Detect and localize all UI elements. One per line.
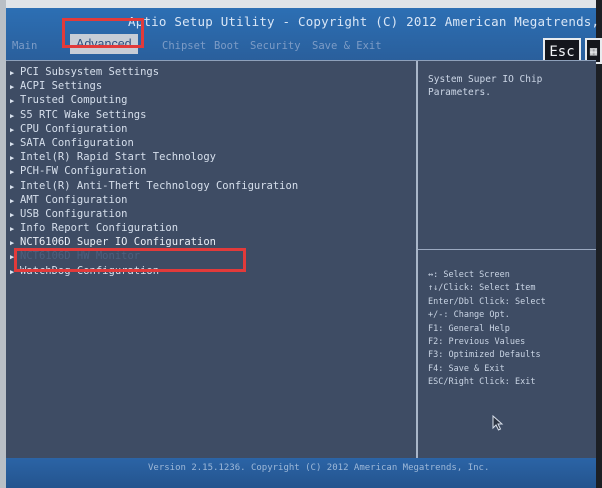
arrow-right-icon: ▶ — [10, 83, 15, 92]
menu-item-anti-theft[interactable]: ▶ Intel(R) Anti-Theft Technology Configur… — [10, 179, 298, 193]
arrow-right-icon: ▶ — [10, 139, 15, 148]
menu-item-info-report[interactable]: ▶ Info Report Configuration — [10, 221, 298, 235]
key-hint: ESC/Right Click: Exit — [428, 377, 536, 388]
arrow-right-icon: ▶ — [10, 125, 15, 134]
key-hint: ↔: Select Screen — [428, 270, 510, 280]
version-text: Version 2.15.1236. Copyright (C) 2012 Am… — [148, 463, 490, 473]
menu-item-usb[interactable]: ▶ USB Configuration — [10, 207, 298, 221]
key-hint: +/-: Change Opt. — [428, 310, 510, 321]
tab-save-exit[interactable]: Save & Exit — [312, 40, 382, 52]
menu-item-cpu[interactable]: ▶ CPU Configuration — [10, 122, 298, 136]
menu-item-sata[interactable]: ▶ SATA Configuration — [10, 136, 298, 150]
tab-security[interactable]: Security — [250, 40, 301, 52]
arrow-right-icon: ▶ — [10, 196, 15, 205]
menu-list: ▶ PCI Subsystem Settings ▶ ACPI Settings ▶… — [10, 65, 298, 278]
tab-bar: Main Advanced Chipset Boot Security Save… — [6, 34, 426, 56]
arrow-right-icon: ▶ — [10, 239, 15, 248]
menu-item-watchdog[interactable]: ▶ WatchDog Configuration — [10, 264, 298, 278]
arrow-right-icon: ▶ — [10, 168, 15, 177]
arrow-right-icon: ▶ — [10, 210, 15, 219]
menu-item-hw-monitor[interactable]: ▶ NCT6106D HW Monitor — [10, 249, 298, 263]
bios-screen: Aptio Setup Utility - Copyright (C) 2012… — [0, 0, 602, 488]
key-legend: ↔: Select Screen ↑↓/Click: Select Item E… — [428, 269, 546, 390]
settings-menu: ▶ PCI Subsystem Settings ▶ ACPI Settings ▶… — [6, 61, 418, 459]
help-divider — [418, 249, 596, 250]
key-hint: F4: Save & Exit — [428, 363, 505, 374]
tab-advanced[interactable]: Advanced — [70, 34, 138, 54]
arrow-right-icon: ▶ — [10, 111, 15, 120]
tab-chipset[interactable]: Chipset — [162, 40, 206, 52]
arrow-right-icon: ▶ — [10, 97, 15, 106]
menu-item-amt[interactable]: ▶ AMT Configuration — [10, 193, 298, 207]
title-bar: Aptio Setup Utility - Copyright (C) 2012… — [6, 8, 602, 64]
key-hint: F2: Previous Values — [428, 337, 526, 348]
mouse-pointer-icon — [492, 415, 504, 431]
monitor-bezel-top — [0, 0, 602, 8]
key-hint: F3: Optimized Defaults — [428, 350, 541, 361]
menu-item-rapid-start[interactable]: ▶ Intel(R) Rapid Start Technology — [10, 150, 298, 164]
menu-item-pci-subsystem[interactable]: ▶ PCI Subsystem Settings — [10, 65, 298, 79]
arrow-right-icon: ▶ — [10, 182, 15, 191]
help-panel: System Super IO Chip Parameters. ↔: Sele… — [418, 61, 596, 459]
key-hint: F1: General Help — [428, 323, 510, 334]
monitor-bezel-right — [596, 0, 602, 488]
tab-main[interactable]: Main — [12, 40, 37, 52]
menu-item-super-io[interactable]: ▶ NCT6106D Super IO Configuration — [10, 235, 298, 249]
menu-item-acpi[interactable]: ▶ ACPI Settings — [10, 79, 298, 93]
key-hint: Enter/Dbl Click: Select — [428, 296, 546, 307]
menu-item-pch-fw[interactable]: ▶ PCH-FW Configuration — [10, 164, 298, 178]
arrow-right-icon: ▶ — [10, 225, 15, 234]
arrow-right-icon: ▶ — [10, 253, 15, 262]
item-description: System Super IO Chip Parameters. — [428, 74, 543, 98]
main-content: ▶ PCI Subsystem Settings ▶ ACPI Settings ▶… — [6, 60, 596, 459]
menu-item-s5-rtc-wake[interactable]: ▶ S5 RTC Wake Settings — [10, 108, 298, 122]
arrow-right-icon: ▶ — [10, 267, 15, 276]
footer-bar: Version 2.15.1236. Copyright (C) 2012 Am… — [6, 458, 596, 488]
key-hint: ↑↓/Click: Select Item — [428, 283, 536, 294]
menu-item-trusted-computing[interactable]: ▶ Trusted Computing — [10, 93, 298, 107]
arrow-right-icon: ▶ — [10, 69, 15, 77]
arrow-right-icon: ▶ — [10, 154, 15, 163]
app-title: Aptio Setup Utility - Copyright (C) 2012… — [128, 14, 602, 29]
tab-boot[interactable]: Boot — [214, 40, 239, 52]
